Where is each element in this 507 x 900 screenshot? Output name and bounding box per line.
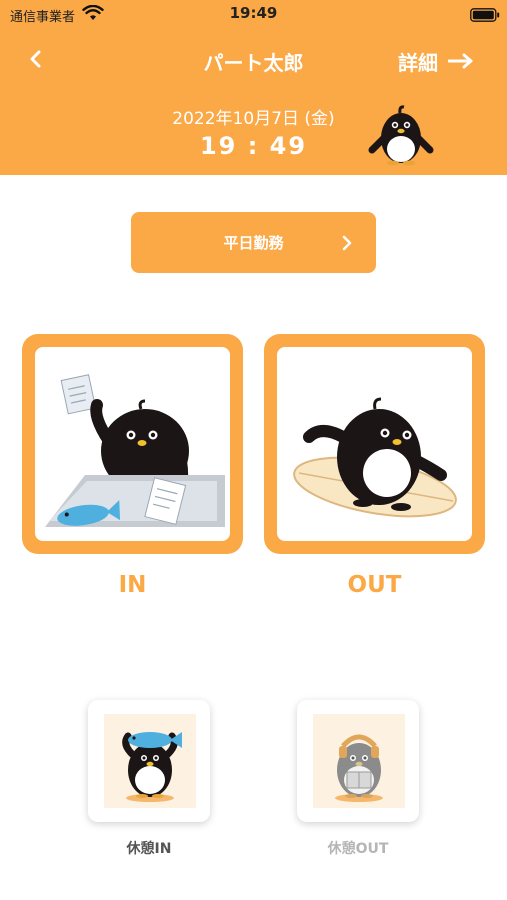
break-in-label: 休憩IN <box>126 841 172 857</box>
status-time: 19:49 <box>229 4 278 22</box>
chevron-right-icon <box>342 235 352 251</box>
penguin-surfing-icon <box>293 397 457 518</box>
detail-button[interactable]: 詳細 <box>398 45 474 77</box>
penguin-fish-hat-icon <box>122 732 182 802</box>
clock-in-label: IN <box>118 572 147 598</box>
penguin-reading-icon <box>335 734 383 802</box>
break-in-illustration <box>104 714 196 808</box>
break-out-illustration <box>313 714 405 808</box>
arrow-right-icon <box>448 53 473 69</box>
app-header: 通信事業者 19:49 パート太郎 詳細 2022年10月7日 (金) 19 :… <box>0 0 507 175</box>
penguin-mascot-icon <box>368 105 434 166</box>
clock-out-button[interactable] <box>264 334 485 554</box>
penguin-working-icon <box>45 374 225 527</box>
clock-out-label: OUT <box>347 572 402 598</box>
detail-label: 詳細 <box>398 50 438 75</box>
clock-in-illustration <box>35 347 230 541</box>
break-out-button[interactable] <box>297 700 419 822</box>
break-out-label: 休憩OUT <box>327 841 389 857</box>
clock-in-button[interactable] <box>22 334 243 554</box>
status-bar: 通信事業者 19:49 <box>0 0 507 30</box>
battery-icon <box>470 8 500 22</box>
shift-type-button[interactable]: 平日勤務 <box>131 212 376 273</box>
break-in-button[interactable] <box>88 700 210 822</box>
clock-out-illustration <box>277 347 472 541</box>
